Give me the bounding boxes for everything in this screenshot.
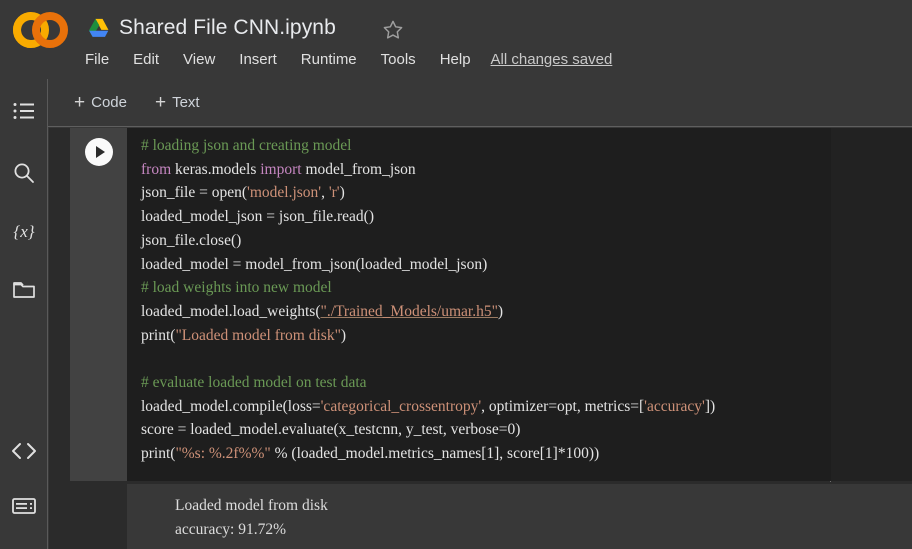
- sidebar-item-code-snippets[interactable]: [0, 429, 48, 473]
- code-token-plain: ,: [321, 184, 329, 202]
- code-snippets-icon: [11, 442, 37, 460]
- code-token-plain: , optimizer=opt, metrics=[: [481, 397, 645, 415]
- cell-toolbar: + Code + Text: [48, 79, 912, 127]
- notebook-scroll-area[interactable]: # loading json and creating model from k…: [49, 128, 912, 549]
- svg-text:{x}: {x}: [13, 222, 34, 241]
- code-token-kw: import: [260, 160, 302, 178]
- add-code-label: Code: [91, 94, 127, 111]
- code-editor[interactable]: # loading json and creating model from k…: [127, 128, 831, 481]
- code-token-plain: json_file.close(): [141, 231, 242, 249]
- code-token-comment: # loading json and creating model: [141, 137, 352, 154]
- code-text: # loading json and creating model from k…: [131, 134, 831, 466]
- code-token-plain: loaded_model.compile(loss=: [141, 397, 321, 415]
- code-token-str: 'accuracy': [644, 397, 705, 415]
- add-code-cell-button[interactable]: + Code: [66, 89, 135, 116]
- menu-item-help[interactable]: Help: [428, 47, 483, 73]
- add-text-cell-button[interactable]: + Text: [147, 89, 208, 116]
- output-text: Loaded model from disk accuracy: 91.72%: [175, 497, 328, 538]
- code-token-plain: ): [339, 184, 345, 202]
- code-token-plain: print(: [141, 445, 176, 463]
- run-cell-button[interactable]: [85, 138, 113, 166]
- add-text-label: Text: [172, 94, 200, 111]
- plus-icon: +: [154, 92, 167, 113]
- code-token-plain: ): [497, 302, 504, 320]
- sidebar-item-command-palette[interactable]: [0, 484, 48, 528]
- play-icon: [96, 146, 105, 158]
- code-token-kw: from: [141, 160, 172, 178]
- menu-item-tools[interactable]: Tools: [369, 47, 428, 73]
- sidebar-item-search[interactable]: [0, 151, 48, 195]
- code-token-plain: loaded_model_json = json_file.read(): [141, 208, 374, 226]
- plus-icon: +: [74, 92, 86, 113]
- code-token-plain: keras.models: [171, 160, 261, 178]
- page-title[interactable]: Shared File CNN.ipynb: [119, 16, 336, 40]
- code-token-plain: % (loaded_model.metrics_names[1], score[…: [270, 445, 600, 463]
- left-sidebar: {x}: [0, 79, 48, 549]
- code-token-plain: model_from_json: [301, 160, 416, 178]
- command-palette-icon: [12, 497, 36, 515]
- colab-window: Shared File CNN.ipynb File Edit View Ins…: [0, 0, 912, 549]
- code-token-plain: loaded_model = model_from_json(loaded_mo…: [141, 255, 488, 273]
- code-token-str: 'r': [328, 184, 340, 202]
- code-token-plain: ]): [704, 397, 716, 415]
- menu-item-edit[interactable]: Edit: [121, 47, 171, 73]
- menu-bar: File Edit View Insert Runtime Tools Help…: [85, 47, 612, 73]
- code-token-plain: print(: [141, 326, 176, 344]
- document-title-row: Shared File CNN.ipynb: [88, 10, 336, 46]
- code-token-plain: ): [340, 326, 347, 344]
- sidebar-item-variables[interactable]: {x}: [0, 209, 48, 253]
- search-icon: [13, 162, 35, 184]
- code-token-str: "%s: %.2f%%": [175, 445, 271, 463]
- menu-item-runtime[interactable]: Runtime: [289, 47, 369, 73]
- files-folder-icon: [13, 280, 35, 299]
- cell-right-background: [831, 128, 912, 481]
- code-token-str: "Loaded model from disk": [175, 326, 341, 344]
- app-header: Shared File CNN.ipynb File Edit View Ins…: [0, 0, 912, 79]
- table-of-contents-icon: [13, 102, 35, 120]
- code-token-plain: score = loaded_model.evaluate(x_testcnn,…: [141, 421, 521, 439]
- variables-icon: {x}: [9, 220, 39, 242]
- save-status-link[interactable]: All changes saved: [491, 47, 613, 73]
- code-token-comment: # load weights into new model: [141, 279, 332, 297]
- code-token-str: 'categorical_crossentropy': [320, 397, 482, 415]
- cell-output: Loaded model from disk accuracy: 91.72%: [127, 484, 912, 549]
- sidebar-item-table-of-contents[interactable]: [0, 89, 48, 133]
- code-token-comment: # evaluate loaded model on test data: [141, 374, 367, 392]
- menu-item-file[interactable]: File: [85, 47, 121, 73]
- google-drive-icon: [88, 18, 110, 38]
- code-token-str-underline: "./Trained_Models/umar.h5": [320, 302, 498, 320]
- colab-logo[interactable]: [10, 12, 72, 48]
- code-token-plain: loaded_model.load_weights(: [141, 302, 321, 320]
- star-outline-icon[interactable]: [380, 17, 406, 43]
- code-token-plain: json_file = open(: [141, 184, 248, 202]
- menu-item-insert[interactable]: Insert: [227, 47, 289, 73]
- cell-gutter: [70, 128, 127, 481]
- code-token-str: 'model.json': [247, 184, 322, 202]
- menu-item-view[interactable]: View: [171, 47, 227, 73]
- sidebar-item-files[interactable]: [0, 267, 48, 311]
